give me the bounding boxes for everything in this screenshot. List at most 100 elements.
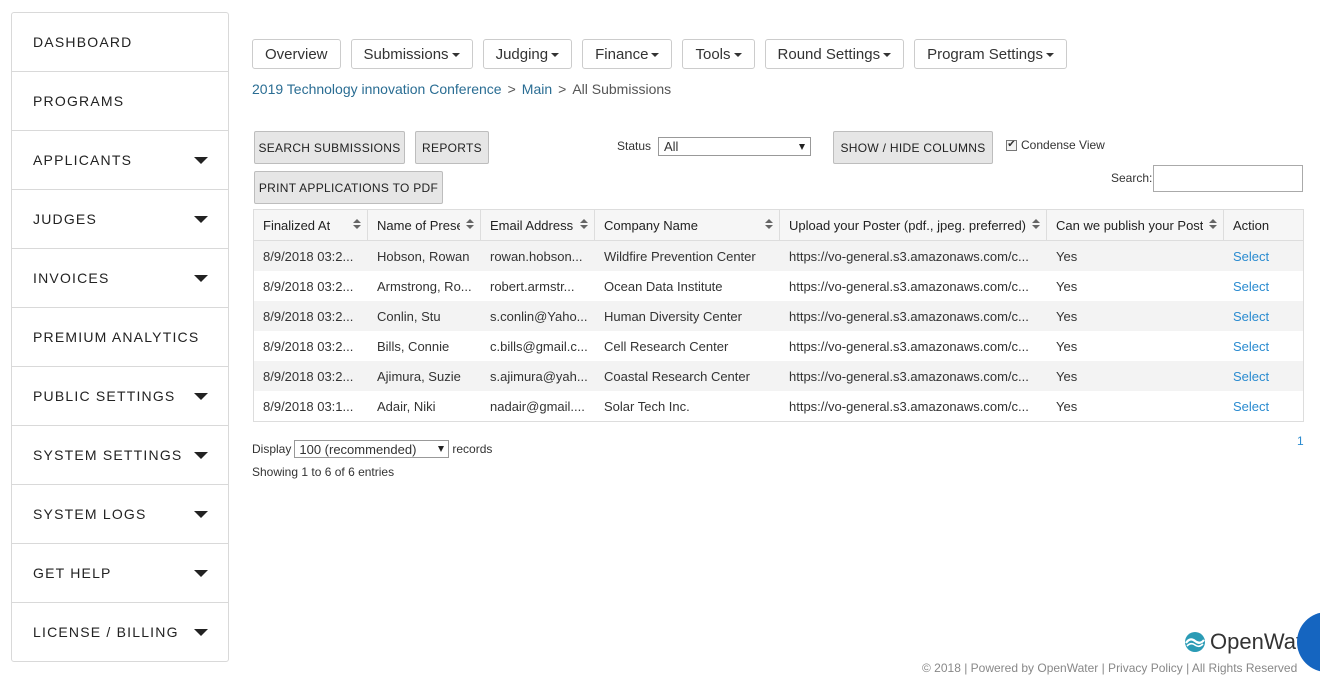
print-applications-pdf-button[interactable]: PRINT APPLICATIONS TO PDF <box>254 171 443 204</box>
caret-down-icon <box>194 569 208 577</box>
sidebar-item-get-help[interactable]: GET HELP <box>12 544 228 603</box>
breadcrumb-main-link[interactable]: Main <box>522 81 552 97</box>
search-label: Search: <box>1111 171 1153 185</box>
table-cell-name: Armstrong, Ro... <box>377 278 472 294</box>
table-cell-publish: Yes <box>1056 338 1078 354</box>
column-header[interactable]: Company Name <box>595 210 780 240</box>
table-cell-poster: https://vo-general.s3.amazonaws.com/c... <box>789 338 1029 354</box>
column-header[interactable]: Finalized At <box>254 210 368 240</box>
status-select[interactable]: All <box>658 137 811 156</box>
sidebar-item-label: LICENSE / BILLING <box>33 624 179 640</box>
table-cell-finalized: 8/9/2018 03:2... <box>263 338 354 354</box>
sidebar-item-label: JUDGES <box>33 211 97 227</box>
select-link[interactable]: Select <box>1224 301 1303 331</box>
nav-round-settings-button[interactable]: Round Settings <box>764 39 905 69</box>
reports-button[interactable]: REPORTS <box>415 131 489 164</box>
nav-submissions-button[interactable]: Submissions <box>350 39 473 69</box>
table-row: 8/9/2018 03:2... Conlin, Stu s.conlin@Yaho… <box>254 301 1303 331</box>
table-cell-publish: Yes <box>1056 278 1078 294</box>
caret-down-icon <box>194 274 208 282</box>
dropdown-caret-icon <box>733 53 742 57</box>
condense-view-label: Condense View <box>1021 138 1105 152</box>
column-header-label: Email Address <box>490 217 574 233</box>
table-cell-publish: Yes <box>1056 368 1078 384</box>
select-link[interactable]: Select <box>1224 241 1303 271</box>
sort-icon <box>1032 219 1040 229</box>
nav-judging-button[interactable]: Judging <box>482 39 573 69</box>
sidebar-item-judges[interactable]: JUDGES <box>12 190 228 249</box>
sidebar-item-system-settings[interactable]: SYSTEM SETTINGS <box>12 426 228 485</box>
nav-label: Overview <box>265 45 328 63</box>
records-per-page-select[interactable]: 100 (recommended) <box>294 440 450 458</box>
search-submissions-button[interactable]: SEARCH SUBMISSIONS <box>254 131 405 164</box>
sort-icon <box>466 219 474 229</box>
select-link[interactable]: Select <box>1224 271 1303 301</box>
records-label: records <box>452 442 493 456</box>
column-header[interactable]: Can we publish your Poste... <box>1047 210 1224 240</box>
dropdown-caret-icon <box>883 53 892 57</box>
nav-finance-button[interactable]: Finance <box>582 39 673 69</box>
select-link[interactable]: Select <box>1224 361 1303 391</box>
nav-tools-button[interactable]: Tools <box>682 39 755 69</box>
column-header-label: Finalized At <box>263 217 331 233</box>
sidebar-item-label: SYSTEM SETTINGS <box>33 447 183 463</box>
table-cell-name: Conlin, Stu <box>377 308 441 324</box>
sidebar-item-label: DASHBOARD <box>33 34 133 50</box>
top-navigation: Overview Submissions Judging Finance Tools Ro… <box>252 39 1067 69</box>
table-cell-email: c.bills@gmail.c... <box>490 338 588 354</box>
sidebar-item-label: PROGRAMS <box>33 93 125 109</box>
table-cell-poster: https://vo-general.s3.amazonaws.com/c... <box>789 278 1029 294</box>
table-cell-company: Solar Tech Inc. <box>604 398 690 414</box>
nav-label: Program Settings <box>927 45 1043 63</box>
sidebar-item-license-billing[interactable]: LICENSE / BILLING <box>12 603 228 661</box>
sort-icon <box>353 219 361 229</box>
sidebar-item-invoices[interactable]: INVOICES <box>12 249 228 308</box>
table-cell-company: Coastal Research Center <box>604 368 750 384</box>
nav-overview-button[interactable]: Overview <box>252 39 341 69</box>
sidebar-item-programs[interactable]: PROGRAMS <box>12 72 228 131</box>
copyright: © 2018 | Powered by OpenWater | Privacy … <box>922 661 1298 675</box>
breadcrumb-program-link[interactable]: 2019 Technology innovation Conference <box>252 81 502 97</box>
column-header[interactable]: Email Address <box>481 210 595 240</box>
sidebar-item-system-logs[interactable]: SYSTEM LOGS <box>12 485 228 544</box>
table-row: 8/9/2018 03:2... Hobson, Rowan rowan.hobso… <box>254 241 1303 271</box>
condense-view-checkbox[interactable]: ✔ <box>1006 139 1017 151</box>
select-link[interactable]: Select <box>1224 391 1303 421</box>
pagination-page-1[interactable]: 1 <box>1297 434 1304 448</box>
column-header[interactable]: Name of Prese... <box>368 210 481 240</box>
caret-down-icon <box>194 510 208 518</box>
table-row: 8/9/2018 03:2... Armstrong, Ro... robert.a… <box>254 271 1303 301</box>
dropdown-caret-icon <box>451 53 460 57</box>
nav-program-settings-button[interactable]: Program Settings <box>914 39 1067 69</box>
show-hide-columns-button[interactable]: SHOW / HIDE COLUMNS <box>833 131 993 164</box>
sidebar-item-label: APPLICANTS <box>33 152 133 168</box>
table-cell-publish: Yes <box>1056 248 1078 264</box>
column-header[interactable]: Upload your Poster (pdf., jpeg. preferre… <box>780 210 1047 240</box>
sidebar-item-applicants[interactable]: APPLICANTS <box>12 131 228 190</box>
select-link[interactable]: Select <box>1224 331 1303 361</box>
table-cell-company: Wildfire Prevention Center <box>604 248 756 264</box>
table-cell-email: nadair@gmail.... <box>490 398 585 414</box>
chat-bubble-icon[interactable] <box>1297 612 1320 672</box>
sort-icon <box>580 219 588 229</box>
nav-label: Tools <box>695 45 731 63</box>
caret-down-icon <box>194 156 208 164</box>
sidebar-item-dashboard[interactable]: DASHBOARD <box>12 13 228 72</box>
table-cell-name: Bills, Connie <box>377 338 450 354</box>
sidebar-item-public-settings[interactable]: PUBLIC SETTINGS <box>12 367 228 426</box>
sidebar-item-premium-analytics[interactable]: PREMIUM ANALYTICS <box>12 308 228 367</box>
nav-label: Judging <box>495 45 549 63</box>
table-cell-finalized: 8/9/2018 03:2... <box>263 278 354 294</box>
condense-view-toggle[interactable]: ✔ Condense View <box>1006 138 1105 152</box>
sidebar-item-label: GET HELP <box>33 565 112 581</box>
table-cell-poster: https://vo-general.s3.amazonaws.com/c... <box>789 308 1029 324</box>
column-header: Action <box>1224 210 1303 240</box>
status-select-value: All <box>664 139 679 154</box>
search-input[interactable] <box>1153 165 1303 192</box>
table-cell-name: Ajimura, Suzie <box>377 368 461 384</box>
brand-name: OpenWat <box>1210 629 1303 654</box>
nav-label: Round Settings <box>777 45 881 63</box>
table-cell-finalized: 8/9/2018 03:2... <box>263 248 354 264</box>
sort-icon <box>765 219 773 229</box>
table-cell-finalized: 8/9/2018 03:2... <box>263 368 354 384</box>
